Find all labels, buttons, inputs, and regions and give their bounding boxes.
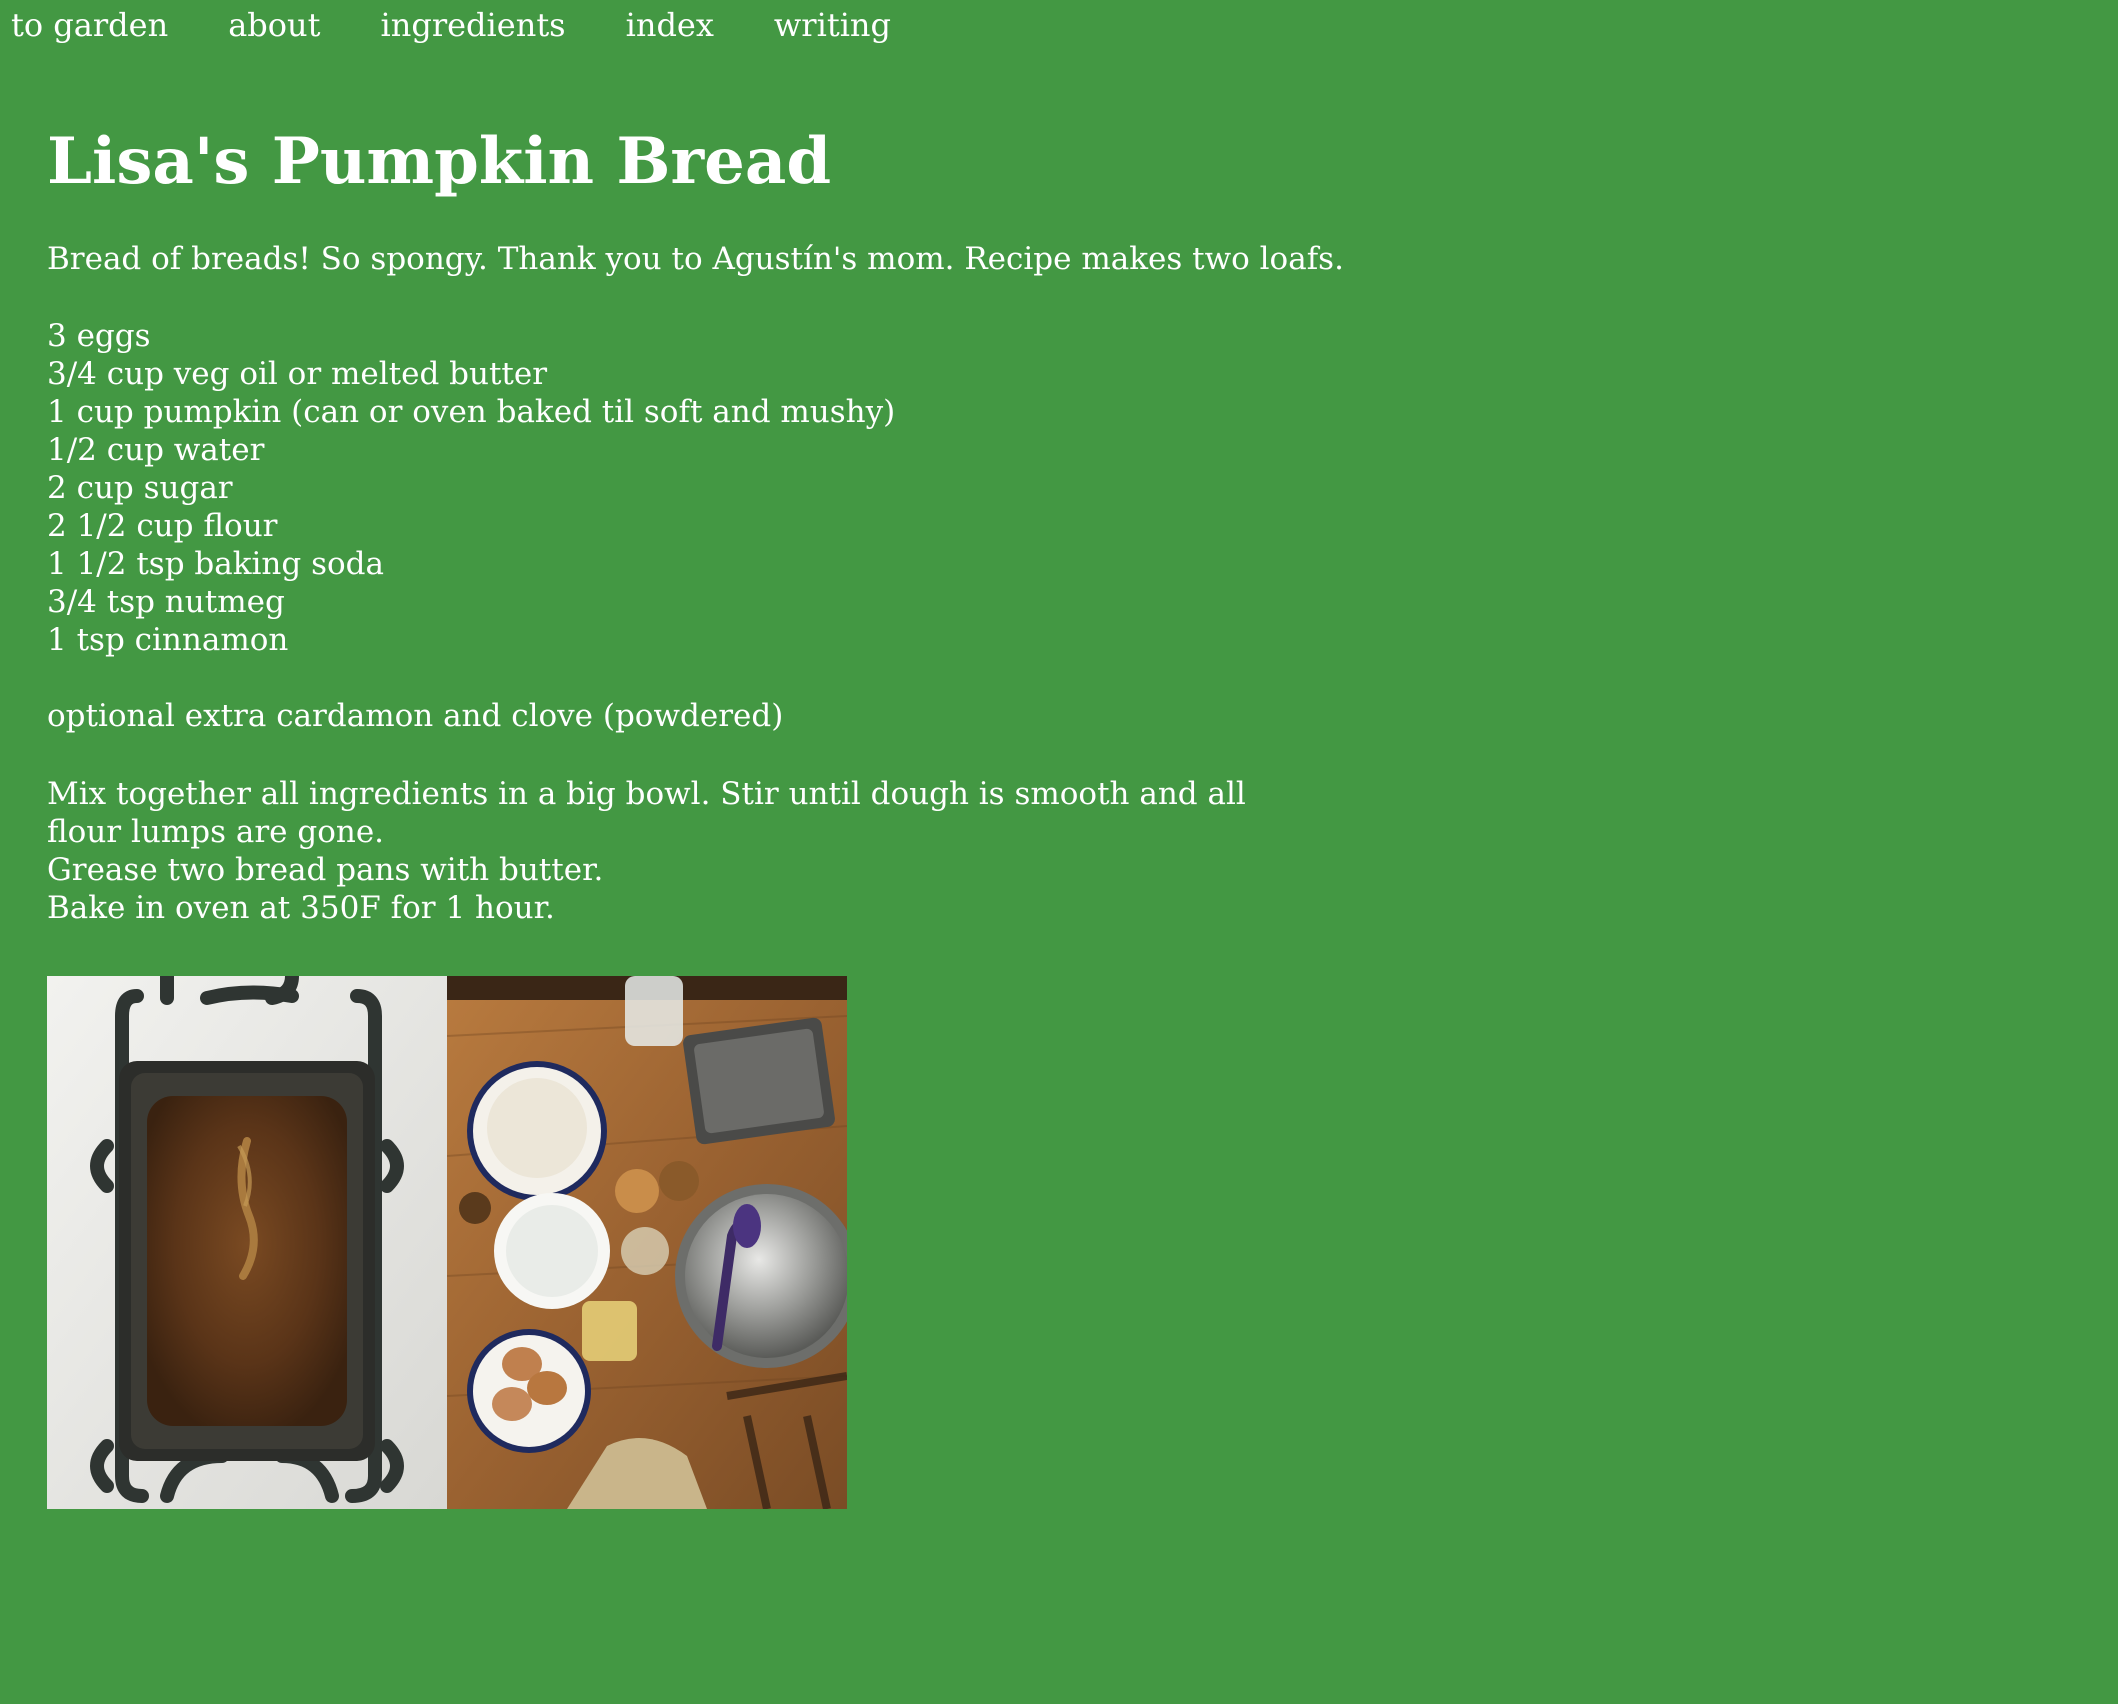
ingredient-item: 2 1/2 cup flour: [47, 508, 278, 544]
ingredients-photo: [447, 976, 847, 1509]
ingredient-item: 2 cup sugar: [47, 470, 233, 506]
nav-link-to-garden[interactable]: to garden: [11, 3, 168, 47]
nav-link-about[interactable]: about: [228, 3, 320, 47]
nav-link-index[interactable]: index: [626, 3, 714, 47]
top-nav: to garden about ingredients index writin…: [0, 0, 951, 50]
recipe-intro: Bread of breads! So spongy. Thank you to…: [47, 241, 1344, 277]
ingredient-item: 1 cup pumpkin (can or oven baked til sof…: [47, 394, 896, 430]
ingredient-item: 1 1/2 tsp baking soda: [47, 546, 384, 582]
ingredient-list: 3 eggs 3/4 cup veg oil or melted butter …: [47, 317, 1367, 659]
instruction-list: Mix together all ingredients in a big bo…: [47, 775, 1327, 927]
ingredient-item: 3 eggs: [47, 318, 151, 354]
nav-link-ingredients[interactable]: ingredients: [380, 3, 565, 47]
instruction-step: Mix together all ingredients in a big bo…: [47, 776, 1246, 850]
ingredient-item: 3/4 cup veg oil or melted butter: [47, 356, 548, 392]
baked-loaf-photo: [47, 976, 447, 1509]
page-title: Lisa's Pumpkin Bread: [47, 124, 832, 199]
optional-note: optional extra cardamon and clove (powde…: [47, 698, 784, 734]
instruction-step: Grease two bread pans with butter.: [47, 852, 604, 888]
ingredient-item: 3/4 tsp nutmeg: [47, 584, 285, 620]
ingredient-item: 1/2 cup water: [47, 432, 265, 468]
recipe-content: Lisa's Pumpkin Bread Bread of breads! So…: [47, 120, 1367, 927]
nav-link-writing[interactable]: writing: [774, 3, 891, 47]
ingredient-item: 1 tsp cinnamon: [47, 622, 289, 658]
recipe-photos: [47, 976, 847, 1509]
instruction-step: Bake in oven at 350F for 1 hour.: [47, 890, 555, 926]
